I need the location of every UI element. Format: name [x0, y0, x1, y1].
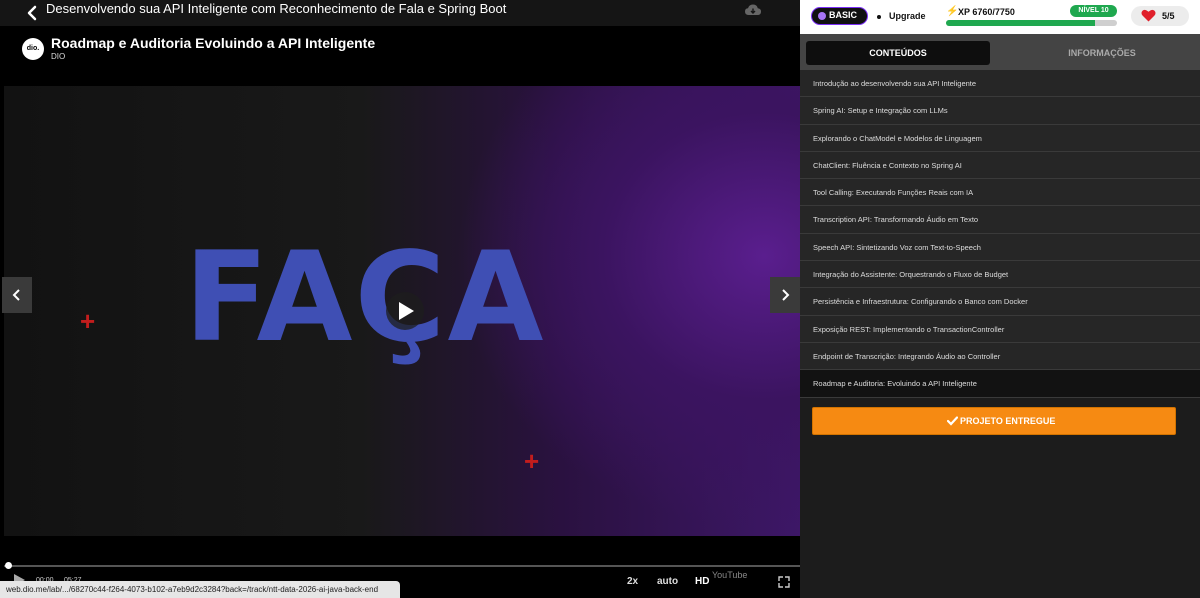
course-header: Desenvolvendo sua API Inteligente com Re…: [0, 0, 800, 26]
video-info: dio. Roadmap e Auditoria Evoluindo a API…: [0, 26, 800, 86]
xp-progress-fill: [946, 20, 1096, 26]
tab-contents[interactable]: CONTEÚDOS: [806, 41, 990, 65]
lesson-item[interactable]: Endpoint de Transcrição: Integrando Áudi…: [800, 342, 1200, 371]
lightning-icon: ⚡: [946, 6, 959, 17]
bullet-icon: [877, 15, 881, 19]
next-lesson-button[interactable]: [770, 277, 800, 313]
lives-counter[interactable]: 5/5: [1131, 6, 1189, 26]
progress-handle[interactable]: [5, 562, 12, 569]
level-badge: NÍVEL 10: [1070, 5, 1117, 17]
video-frame-text: FAÇA: [184, 226, 546, 370]
channel-name: DIO: [51, 52, 66, 61]
play-button[interactable]: [386, 292, 424, 330]
chevron-right-icon: [782, 289, 790, 301]
video-area: Desenvolvendo sua API Inteligente com Re…: [0, 0, 800, 598]
lesson-item[interactable]: Exposição REST: Implementando o Transact…: [800, 315, 1200, 343]
fullscreen-icon[interactable]: [778, 575, 790, 593]
panel-tabs: CONTEÚDOS INFORMAÇÕES: [800, 34, 1200, 70]
lesson-item[interactable]: Integração do Assistente: Orquestrando o…: [800, 261, 1200, 289]
lesson-item[interactable]: Persistência e Infraestrutura: Configura…: [800, 288, 1200, 316]
hd-button[interactable]: HD: [695, 576, 709, 587]
lesson-list: Introdução ao desenvolvendo sua API Inte…: [800, 70, 1200, 398]
lesson-item[interactable]: Roadmap e Auditoria: Evoluindo a API Int…: [800, 370, 1200, 398]
previous-lesson-button[interactable]: [2, 277, 32, 313]
cloud-download-icon[interactable]: [744, 3, 762, 19]
lesson-item[interactable]: Spring AI: Setup e Integração com LLMs: [800, 97, 1200, 125]
plan-label: BASIC: [829, 10, 858, 20]
video-title[interactable]: Roadmap e Auditoria Evoluindo a API Inte…: [51, 35, 375, 52]
heart-icon: [1141, 9, 1156, 22]
quality-auto-button[interactable]: auto: [657, 576, 678, 587]
side-panel: BASIC Upgrade ⚡ XP 6760/7750 NÍVEL 10 5/…: [800, 0, 1200, 598]
xp-progress-bar: [946, 20, 1117, 26]
upgrade-link[interactable]: Upgrade: [889, 11, 926, 21]
project-delivered-button[interactable]: PROJETO ENTREGUE: [812, 407, 1176, 435]
lesson-item[interactable]: Introdução ao desenvolvendo sua API Inte…: [800, 70, 1200, 98]
lesson-item[interactable]: Transcription API: Transformando Áudio e…: [800, 206, 1200, 234]
xp-label: XP 6760/7750: [958, 7, 1015, 17]
youtube-logo[interactable]: YouTube: [712, 570, 747, 580]
lesson-item[interactable]: Tool Calling: Executando Funções Reais c…: [800, 179, 1200, 207]
chevron-left-icon: [12, 289, 20, 301]
progress-bar[interactable]: [4, 562, 800, 569]
status-url: web.dio.me/lab/.../68270c44-f264-4073-b1…: [0, 581, 400, 598]
speed-button[interactable]: 2x: [627, 576, 638, 587]
project-delivered-label: PROJETO ENTREGUE: [960, 416, 1056, 426]
lesson-item[interactable]: Explorando o ChatModel e Modelos de Ling…: [800, 124, 1200, 152]
lives-label: 5/5: [1162, 11, 1175, 21]
plan-badge[interactable]: BASIC: [811, 7, 868, 25]
back-arrow-icon[interactable]: [24, 4, 42, 22]
red-cross-mark: +: [524, 446, 540, 476]
red-cross-mark: +: [80, 306, 96, 336]
play-icon: [399, 302, 414, 320]
course-title: Desenvolvendo sua API Inteligente com Re…: [46, 1, 507, 16]
tab-info[interactable]: INFORMAÇÕES: [1010, 41, 1194, 65]
channel-logo[interactable]: dio.: [22, 38, 44, 60]
lesson-item[interactable]: ChatClient: Fluência e Contexto no Sprin…: [800, 151, 1200, 180]
user-status-bar: BASIC Upgrade ⚡ XP 6760/7750 NÍVEL 10 5/…: [800, 0, 1200, 34]
plan-icon: [818, 12, 826, 20]
video-player[interactable]: FAÇA + +: [4, 86, 800, 536]
lesson-item[interactable]: Speech API: Sintetizando Voz com Text-to…: [800, 233, 1200, 262]
check-icon: [947, 416, 958, 426]
